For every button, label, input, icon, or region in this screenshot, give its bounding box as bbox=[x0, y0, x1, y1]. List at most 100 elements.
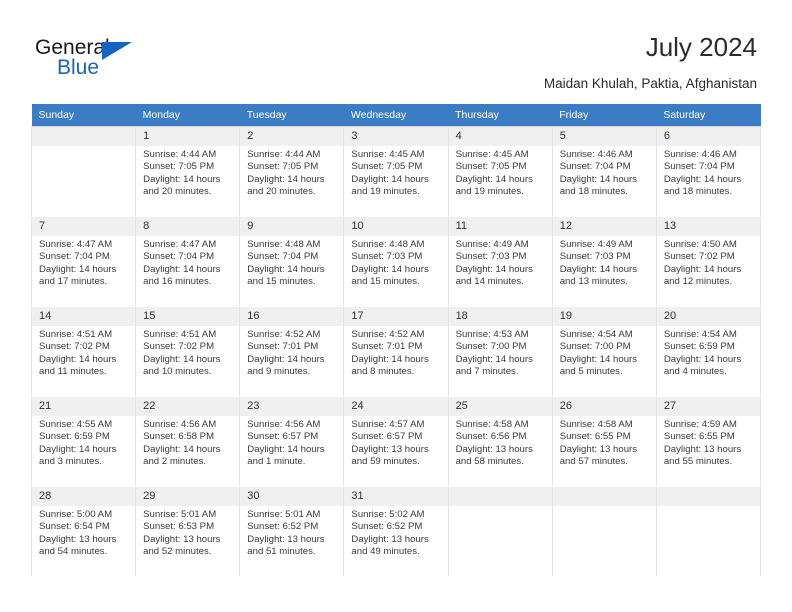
sunset-text: Sunset: 7:04 PM bbox=[143, 251, 215, 263]
daylight-text: Daylight: 13 hours and 54 minutes. bbox=[39, 533, 117, 558]
calendar-day-cell[interactable]: 30 Sunrise: 5:01 AM Sunset: 6:52 PM Dayligh… bbox=[239, 486, 345, 577]
calendar-day-cell[interactable]: 23 Sunrise: 4:56 AM Sunset: 6:57 PM Dayligh… bbox=[239, 396, 345, 487]
calendar-day-cell[interactable]: 8 Sunrise: 4:47 AM Sunset: 7:04 PM Daylight… bbox=[135, 216, 241, 307]
calendar-day-cell[interactable]: 5 Sunrise: 4:46 AM Sunset: 7:04 PM Daylight… bbox=[551, 126, 657, 217]
calendar-day-cell[interactable]: 14 Sunrise: 4:51 AM Sunset: 7:02 PM Dayligh… bbox=[30, 306, 137, 397]
day-details: Sunrise: 4:46 AM Sunset: 7:04 PM Daylight:… bbox=[657, 146, 760, 199]
calendar-day-cell[interactable]: 18 Sunrise: 4:53 AM Sunset: 7:00 PM Dayligh… bbox=[447, 306, 553, 397]
calendar-day-cell[interactable]: 13 Sunrise: 4:50 AM Sunset: 7:02 PM Dayligh… bbox=[655, 216, 762, 307]
sunset-text: Sunset: 7:05 PM bbox=[351, 161, 423, 173]
calendar-day-cell-empty bbox=[655, 486, 762, 577]
calendar-day-cell[interactable]: 22 Sunrise: 4:56 AM Sunset: 6:58 PM Dayligh… bbox=[135, 396, 241, 487]
sunset-text: Sunset: 6:58 PM bbox=[143, 431, 215, 443]
sunset-text: Sunset: 6:55 PM bbox=[559, 431, 631, 443]
day-number: 6 bbox=[656, 127, 760, 146]
sunrise-text: Sunrise: 4:56 AM bbox=[247, 419, 321, 430]
day-details: Sunrise: 4:47 AM Sunset: 7:04 PM Daylight:… bbox=[32, 236, 135, 289]
calendar-day-cell[interactable]: 7 Sunrise: 4:47 AM Sunset: 7:04 PM Daylight… bbox=[30, 216, 137, 307]
sunrise-text: Sunrise: 4:58 AM bbox=[559, 419, 633, 430]
sunset-text: Sunset: 6:54 PM bbox=[39, 521, 110, 533]
calendar-week-row: 28 Sunrise: 5:00 AM Sunset: 6:54 PM Dayligh… bbox=[30, 486, 762, 577]
daylight-text: Daylight: 14 hours and 18 minutes. bbox=[663, 173, 742, 198]
calendar-day-cell[interactable]: 27 Sunrise: 4:59 AM Sunset: 6:55 PM Dayligh… bbox=[655, 396, 762, 487]
calendar-day-cell[interactable]: 15 Sunrise: 4:51 AM Sunset: 7:02 PM Dayligh… bbox=[135, 306, 241, 397]
sunset-text: Sunset: 7:05 PM bbox=[247, 161, 319, 173]
daylight-text: Daylight: 14 hours and 20 minutes. bbox=[247, 173, 325, 198]
daylight-text: Daylight: 14 hours and 13 minutes. bbox=[559, 263, 638, 288]
weekday-header-wednesday: Wednesday bbox=[343, 104, 449, 127]
calendar-day-cell[interactable]: 9 Sunrise: 4:48 AM Sunset: 7:04 PM Daylight… bbox=[239, 216, 345, 307]
calendar-header-row: Sunday Monday Tuesday Wednesday Thursday Frid… bbox=[31, 104, 761, 127]
sunrise-text: Sunrise: 4:54 AM bbox=[663, 329, 737, 340]
daylight-text: Daylight: 13 hours and 58 minutes. bbox=[455, 443, 533, 468]
page-title: July 2024 bbox=[645, 32, 757, 62]
day-number: 30 bbox=[240, 487, 344, 506]
sunrise-text: Sunrise: 4:47 AM bbox=[39, 239, 113, 250]
sunset-text: Sunset: 7:05 PM bbox=[455, 161, 527, 173]
calendar-day-cell[interactable]: 21 Sunrise: 4:55 AM Sunset: 6:59 PM Dayligh… bbox=[30, 396, 137, 487]
day-details: Sunrise: 4:45 AM Sunset: 7:05 PM Daylight:… bbox=[344, 146, 447, 199]
day-details: Sunrise: 4:48 AM Sunset: 7:04 PM Daylight:… bbox=[240, 236, 343, 289]
sunset-text: Sunset: 7:03 PM bbox=[455, 251, 527, 263]
sunset-text: Sunset: 7:04 PM bbox=[247, 251, 319, 263]
sunrise-sunset-calendar: Sunday Monday Tuesday Wednesday Thursday Frid… bbox=[30, 104, 762, 577]
weekday-header-saturday: Saturday bbox=[656, 104, 761, 127]
calendar-day-cell[interactable]: 31 Sunrise: 5:02 AM Sunset: 6:52 PM Dayligh… bbox=[343, 486, 449, 577]
day-number: 28 bbox=[32, 487, 136, 506]
calendar-day-cell[interactable]: 19 Sunrise: 4:54 AM Sunset: 7:00 PM Dayligh… bbox=[551, 306, 657, 397]
calendar-day-cell[interactable]: 6 Sunrise: 4:46 AM Sunset: 7:04 PM Daylight… bbox=[655, 126, 762, 217]
sunrise-text: Sunrise: 4:54 AM bbox=[559, 329, 633, 340]
sunrise-text: Sunrise: 4:52 AM bbox=[247, 329, 321, 340]
calendar-day-cell-empty bbox=[447, 486, 553, 577]
sunrise-text: Sunrise: 4:48 AM bbox=[247, 239, 321, 250]
sunrise-text: Sunrise: 5:02 AM bbox=[351, 509, 425, 520]
calendar-day-cell[interactable]: 26 Sunrise: 4:58 AM Sunset: 6:55 PM Dayligh… bbox=[551, 396, 657, 487]
day-details: Sunrise: 4:53 AM Sunset: 7:00 PM Daylight:… bbox=[449, 326, 552, 379]
calendar-day-cell[interactable]: 17 Sunrise: 4:52 AM Sunset: 7:01 PM Dayligh… bbox=[343, 306, 449, 397]
calendar-day-cell[interactable]: 1 Sunrise: 4:44 AM Sunset: 7:05 PM Daylight… bbox=[135, 126, 241, 217]
calendar-day-cell[interactable]: 28 Sunrise: 5:00 AM Sunset: 6:54 PM Dayligh… bbox=[30, 486, 137, 577]
sunrise-text: Sunrise: 4:58 AM bbox=[455, 419, 529, 430]
daylight-text: Daylight: 14 hours and 14 minutes. bbox=[455, 263, 533, 288]
day-number: 24 bbox=[344, 397, 448, 416]
sunset-text: Sunset: 6:53 PM bbox=[143, 521, 215, 533]
calendar-week-row: 21 Sunrise: 4:55 AM Sunset: 6:59 PM Dayligh… bbox=[30, 396, 762, 487]
daylight-text: Daylight: 13 hours and 49 minutes. bbox=[351, 533, 429, 558]
day-number: 15 bbox=[136, 307, 240, 326]
calendar-day-cell[interactable]: 4 Sunrise: 4:45 AM Sunset: 7:05 PM Daylight… bbox=[447, 126, 553, 217]
day-details: Sunrise: 4:54 AM Sunset: 6:59 PM Daylight:… bbox=[657, 326, 760, 379]
sunrise-text: Sunrise: 4:44 AM bbox=[143, 149, 217, 160]
calendar-day-cell[interactable]: 16 Sunrise: 4:52 AM Sunset: 7:01 PM Dayligh… bbox=[239, 306, 345, 397]
day-number: 21 bbox=[32, 397, 136, 416]
day-number: 5 bbox=[552, 127, 656, 146]
calendar-day-cell[interactable]: 24 Sunrise: 4:57 AM Sunset: 6:57 PM Dayligh… bbox=[343, 396, 449, 487]
sunset-text: Sunset: 6:59 PM bbox=[39, 431, 110, 443]
calendar-day-cell[interactable]: 12 Sunrise: 4:49 AM Sunset: 7:03 PM Dayligh… bbox=[551, 216, 657, 307]
day-number: 14 bbox=[32, 307, 136, 326]
sunrise-text: Sunrise: 4:53 AM bbox=[455, 329, 529, 340]
logo-triangle-icon bbox=[102, 42, 132, 60]
sunrise-text: Sunrise: 4:46 AM bbox=[559, 149, 633, 160]
sunrise-text: Sunrise: 4:50 AM bbox=[663, 239, 737, 250]
daylight-text: Daylight: 14 hours and 4 minutes. bbox=[663, 353, 742, 378]
sunrise-text: Sunrise: 4:52 AM bbox=[351, 329, 425, 340]
calendar-week-row: 14 Sunrise: 4:51 AM Sunset: 7:02 PM Dayligh… bbox=[30, 306, 762, 397]
sunset-text: Sunset: 7:04 PM bbox=[559, 161, 631, 173]
calendar-day-cell[interactable]: 29 Sunrise: 5:01 AM Sunset: 6:53 PM Dayligh… bbox=[135, 486, 241, 577]
day-number: 25 bbox=[448, 397, 552, 416]
day-number: 9 bbox=[240, 217, 344, 236]
calendar-day-cell[interactable]: 20 Sunrise: 4:54 AM Sunset: 6:59 PM Dayligh… bbox=[655, 306, 762, 397]
calendar-day-cell[interactable]: 10 Sunrise: 4:48 AM Sunset: 7:03 PM Dayligh… bbox=[343, 216, 449, 307]
calendar-day-cell[interactable]: 11 Sunrise: 4:49 AM Sunset: 7:03 PM Dayligh… bbox=[447, 216, 553, 307]
calendar-day-cell[interactable]: 2 Sunrise: 4:44 AM Sunset: 7:05 PM Daylight… bbox=[239, 126, 345, 217]
sunset-text: Sunset: 7:00 PM bbox=[559, 341, 631, 353]
daylight-text: Daylight: 14 hours and 9 minutes. bbox=[247, 353, 325, 378]
sunset-text: Sunset: 6:56 PM bbox=[455, 431, 527, 443]
day-number: 29 bbox=[136, 487, 240, 506]
sunset-text: Sunset: 7:02 PM bbox=[663, 251, 735, 263]
calendar-day-cell[interactable]: 3 Sunrise: 4:45 AM Sunset: 7:05 PM Daylight… bbox=[343, 126, 449, 217]
daylight-text: Daylight: 14 hours and 2 minutes. bbox=[143, 443, 221, 468]
calendar-day-cell[interactable]: 25 Sunrise: 4:58 AM Sunset: 6:56 PM Dayligh… bbox=[447, 396, 553, 487]
calendar-page: General Blue July 2024 Maidan Khulah, Pa… bbox=[0, 0, 792, 612]
day-details: Sunrise: 4:46 AM Sunset: 7:04 PM Daylight:… bbox=[553, 146, 656, 199]
